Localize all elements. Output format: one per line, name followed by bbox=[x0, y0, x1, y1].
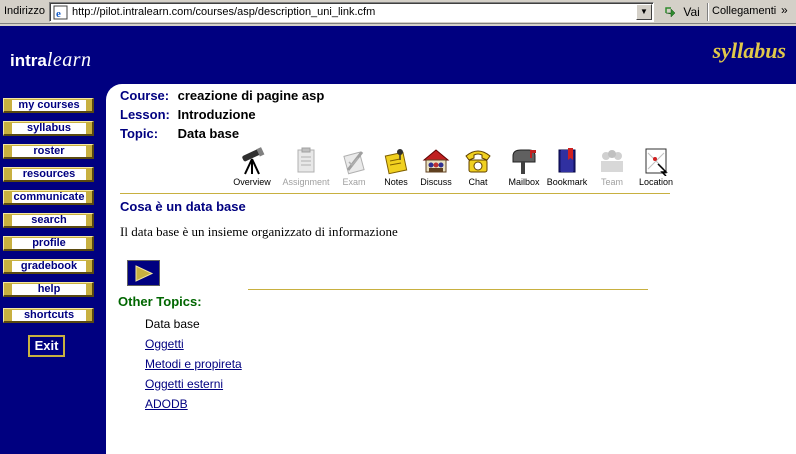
other-topic-link[interactable]: ADODB bbox=[145, 394, 242, 414]
telescope-icon bbox=[242, 147, 265, 175]
topic-body-text: Il data base è un insieme organizzato di… bbox=[120, 224, 398, 239]
lesson-value: Introduzione bbox=[177, 107, 256, 122]
location-tool[interactable]: Location bbox=[628, 146, 684, 190]
links-button[interactable]: Collegamenti bbox=[712, 5, 776, 17]
page-frame: intralearn syllabus my courses syllabus … bbox=[0, 26, 796, 454]
nav-profile-button[interactable]: profile bbox=[3, 236, 94, 251]
discuss-icon bbox=[422, 149, 450, 173]
nav-syllabus-button[interactable]: syllabus bbox=[3, 121, 94, 136]
other-topic-link[interactable]: Oggetti esterni bbox=[145, 374, 242, 394]
course-label: Course: bbox=[120, 88, 170, 103]
nav-label: search bbox=[12, 215, 86, 226]
nav-search-button[interactable]: search bbox=[3, 213, 94, 228]
nav-label: my courses bbox=[12, 100, 86, 111]
bookmark-icon bbox=[558, 148, 576, 173]
address-bar: Indirizzo e http://pilot.intralearn.com/… bbox=[0, 0, 796, 24]
other-topics-list: Data base Oggetti Metodi e propireta Ogg… bbox=[145, 314, 242, 414]
lesson-label: Lesson: bbox=[120, 107, 170, 122]
nav-roster-button[interactable]: roster bbox=[3, 144, 94, 159]
course-row: Course: creazione di pagine asp bbox=[120, 88, 324, 103]
topic-title: Cosa è un data base bbox=[120, 199, 246, 214]
play-arrow-icon bbox=[135, 265, 154, 282]
nav-shortcuts-button[interactable]: shortcuts bbox=[3, 308, 94, 323]
links-chevron-icon[interactable]: » bbox=[781, 3, 788, 17]
location-label: Location bbox=[638, 177, 674, 187]
nav-resources-button[interactable]: resources bbox=[3, 167, 94, 182]
nav-label: shortcuts bbox=[12, 310, 86, 321]
exit-button[interactable]: Exit bbox=[28, 335, 65, 357]
address-dropdown-button[interactable]: ▼ bbox=[636, 4, 652, 20]
overview-tool[interactable]: Overview bbox=[224, 146, 280, 190]
nav-communicate-button[interactable]: communicate bbox=[3, 190, 94, 205]
nav-label: gradebook bbox=[12, 261, 86, 272]
other-topic-current: Data base bbox=[145, 317, 200, 331]
exam-pencil-icon bbox=[343, 151, 365, 175]
nav-help-button[interactable]: help bbox=[3, 282, 94, 297]
nav-label: communicate bbox=[12, 191, 86, 203]
divider bbox=[248, 289, 648, 290]
other-topics-heading: Other Topics: bbox=[118, 294, 202, 309]
topic-value: Data base bbox=[177, 126, 240, 141]
svg-text:e: e bbox=[56, 8, 61, 20]
location-icon bbox=[645, 148, 668, 176]
nav-label: resources bbox=[12, 169, 86, 180]
logo-bold-text: intra bbox=[10, 51, 47, 70]
nav-label: roster bbox=[12, 146, 86, 157]
go-arrow-icon bbox=[665, 7, 676, 18]
nav-label: profile bbox=[12, 238, 86, 249]
telephone-icon bbox=[465, 150, 491, 173]
nav-gradebook-button[interactable]: gradebook bbox=[3, 259, 94, 274]
nav-my-courses-button[interactable]: my courses bbox=[3, 98, 94, 113]
intralearn-logo: intralearn bbox=[10, 49, 92, 72]
lesson-row: Lesson: Introduzione bbox=[120, 107, 256, 122]
other-topic-link[interactable]: Oggetti bbox=[145, 334, 242, 354]
ie-page-icon: e bbox=[53, 5, 68, 20]
mailbox-icon bbox=[512, 149, 536, 174]
topic-row: Topic: Data base bbox=[120, 126, 239, 141]
address-url: http://pilot.intralearn.com/courses/asp/… bbox=[72, 6, 376, 18]
other-topic-link[interactable]: Metodi e propireta bbox=[145, 354, 242, 374]
content-panel: Course: creazione di pagine asp Lesson: … bbox=[106, 84, 796, 454]
overview-label: Overview bbox=[233, 177, 271, 187]
section-title: syllabus bbox=[712, 38, 786, 63]
logo-italic-text: learn bbox=[46, 49, 92, 71]
clipboard-icon bbox=[297, 147, 315, 173]
address-label: Indirizzo bbox=[4, 5, 45, 17]
go-label: Vai bbox=[683, 5, 700, 19]
nav-label: help bbox=[12, 284, 86, 295]
next-button[interactable] bbox=[127, 260, 160, 286]
team-icon bbox=[601, 150, 623, 172]
go-button[interactable]: Vai bbox=[660, 2, 704, 22]
course-value: creazione di pagine asp bbox=[177, 88, 325, 103]
nav-label: syllabus bbox=[12, 123, 86, 134]
address-input[interactable]: e http://pilot.intralearn.com/courses/as… bbox=[49, 2, 654, 22]
topic-label: Topic: bbox=[120, 126, 159, 141]
toolbar-separator bbox=[707, 3, 709, 21]
divider bbox=[120, 193, 670, 194]
